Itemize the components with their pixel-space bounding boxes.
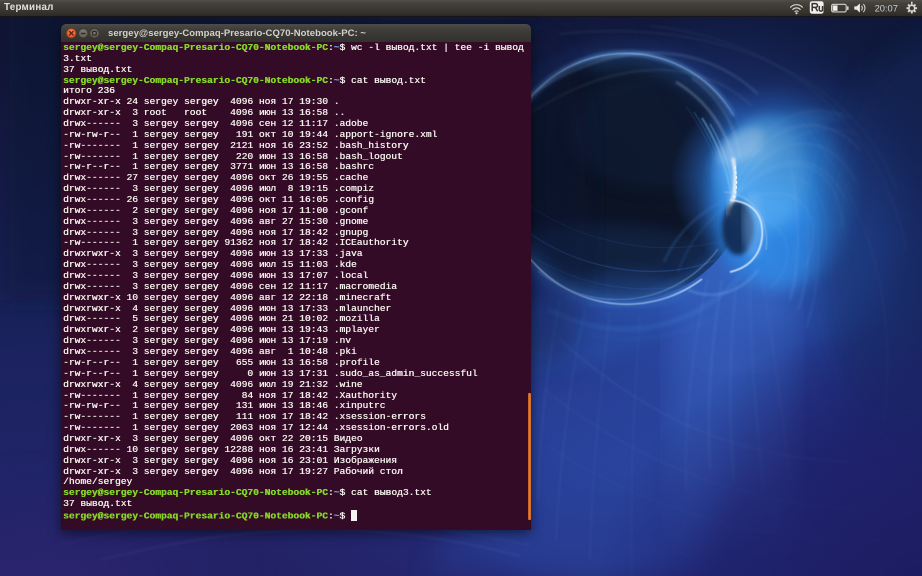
svg-text:20:07: 20:07 — [875, 4, 898, 14]
